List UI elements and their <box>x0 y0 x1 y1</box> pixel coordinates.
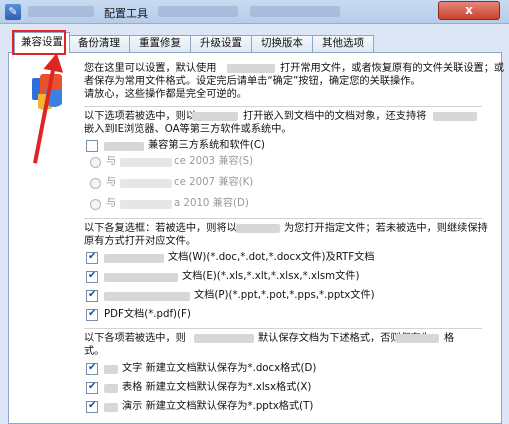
assoc-text-line1b: 为您打开指定文件；若未被选中，则继续保持 <box>284 223 488 234</box>
blurred-product-name <box>194 334 254 343</box>
annotation-arrow-icon <box>43 51 67 73</box>
radio-2007-label: ce 2007 兼容(K) <box>174 177 254 188</box>
tab-reset-repair[interactable]: 重置修复 <box>129 35 191 52</box>
blurred-product-name <box>104 292 190 301</box>
annotation-highlight-box <box>12 30 66 55</box>
radio-2010-label: a 2010 兼容(D) <box>174 198 249 209</box>
intro-text-line2: 者保存为常用文件格式。设定完后请单击“确定”按钮，确定您的关联操作。 <box>84 76 421 87</box>
app-icon: ✎ <box>5 4 21 20</box>
save-text-line1: 以下各项若被选中，则 <box>84 333 186 344</box>
blurred-product-name <box>227 64 275 73</box>
window-title: 配置工具 <box>104 7 148 20</box>
blurred-title-text <box>158 6 238 17</box>
blurred-product-name <box>395 334 439 343</box>
blurred-title-text <box>28 6 94 17</box>
save-text-line1c: 格 <box>444 333 455 344</box>
assoc-label-presentation: 文档(P)(*.ppt,*.pot,*.pps,*.pptx文件) <box>194 290 375 301</box>
blurred-title-text <box>250 6 340 17</box>
save-checkbox-pptx[interactable] <box>86 400 98 413</box>
blurred-product-name <box>192 112 238 121</box>
section-divider <box>84 106 482 107</box>
assoc-checkbox-writer[interactable] <box>86 251 98 264</box>
embed-text-line2: 嵌入到IE浏览器、OA等第三方软件或系统中。 <box>84 124 292 135</box>
save-label-pptx: 演示 新建立文档默认保存为*.pptx格式(T) <box>122 401 314 412</box>
intro-text-line1: 您在这里可以设置，默认使用 <box>84 63 217 74</box>
blurred-product-name <box>104 365 118 374</box>
blurred-product-name <box>104 403 118 412</box>
intro-text-line3: 请放心，这些操作都是完全可逆的。 <box>84 89 247 100</box>
tab-other-options[interactable]: 其他选项 <box>312 35 374 52</box>
radio-2003-label: ce 2003 兼容(S) <box>174 156 254 167</box>
intro-text-line1b: 打开常用文件，或者恢复原有的文件关联设置；或 <box>280 63 505 74</box>
assoc-text-line1: 以下各复选框：若被选中，则将以 <box>84 223 237 234</box>
third-party-checkbox[interactable] <box>86 140 98 152</box>
assoc-text-line2: 原有方式打开对应文件。 <box>84 236 197 247</box>
config-window: ✎ 配置工具 x 兼容设置 备份清理 重置修复 升级设置 切换版本 其他选项 您… <box>0 0 509 424</box>
save-checkbox-docx[interactable] <box>86 362 98 375</box>
blurred-product-name <box>104 384 118 393</box>
assoc-label-pdf: PDF文档(*.pdf)(F) <box>104 309 191 320</box>
tab-backup-cleanup[interactable]: 备份清理 <box>68 35 130 52</box>
third-party-label: 兼容第三方系统和软件(C) <box>148 140 265 151</box>
assoc-label-writer: 文档(W)(*.doc,*.dot,*.docx文件)及RTF文档 <box>168 252 375 263</box>
section-divider <box>84 328 482 329</box>
radio-2010-prefix: 与 <box>106 198 117 209</box>
assoc-label-spreadsheet: 文档(E)(*.xls,*.xlt,*.xlsx,*.xlsm文件) <box>182 271 360 282</box>
save-label-docx: 文字 新建立文档默认保存为*.docx格式(D) <box>122 363 317 374</box>
blurred-product-name <box>236 224 280 233</box>
radio-office-2003[interactable] <box>90 157 101 168</box>
radio-office-2010[interactable] <box>90 199 101 210</box>
blurred-product-name <box>104 142 144 151</box>
tab-upgrade-settings[interactable]: 升级设置 <box>190 35 252 52</box>
assoc-checkbox-presentation[interactable] <box>86 289 98 302</box>
assoc-checkbox-pdf[interactable] <box>86 308 98 321</box>
section-divider <box>84 218 482 219</box>
save-checkbox-xlsx[interactable] <box>86 381 98 394</box>
radio-2007-prefix: 与 <box>106 177 117 188</box>
embed-text-line1b: 打开嵌入到文档中的文档对象，还支持将 <box>243 111 427 122</box>
blurred-product-name <box>104 273 178 282</box>
assoc-checkbox-spreadsheet[interactable] <box>86 270 98 283</box>
blurred-product-name <box>104 254 164 263</box>
title-bar: ✎ 配置工具 x <box>0 0 509 24</box>
radio-2003-prefix: 与 <box>106 156 117 167</box>
blurred-product-name <box>120 200 172 209</box>
embed-text-line1: 以下选项若被选中，则以 <box>84 111 197 122</box>
tab-switch-version[interactable]: 切换版本 <box>251 35 313 52</box>
save-label-xlsx: 表格 新建立文档默认保存为*.xlsx格式(X) <box>122 382 312 393</box>
close-button[interactable]: x <box>438 1 500 20</box>
blurred-product-name <box>120 158 172 167</box>
save-text-line2: 式。 <box>84 346 105 357</box>
blurred-product-name <box>433 112 477 121</box>
blurred-product-name <box>120 179 172 188</box>
radio-office-2007[interactable] <box>90 178 101 189</box>
